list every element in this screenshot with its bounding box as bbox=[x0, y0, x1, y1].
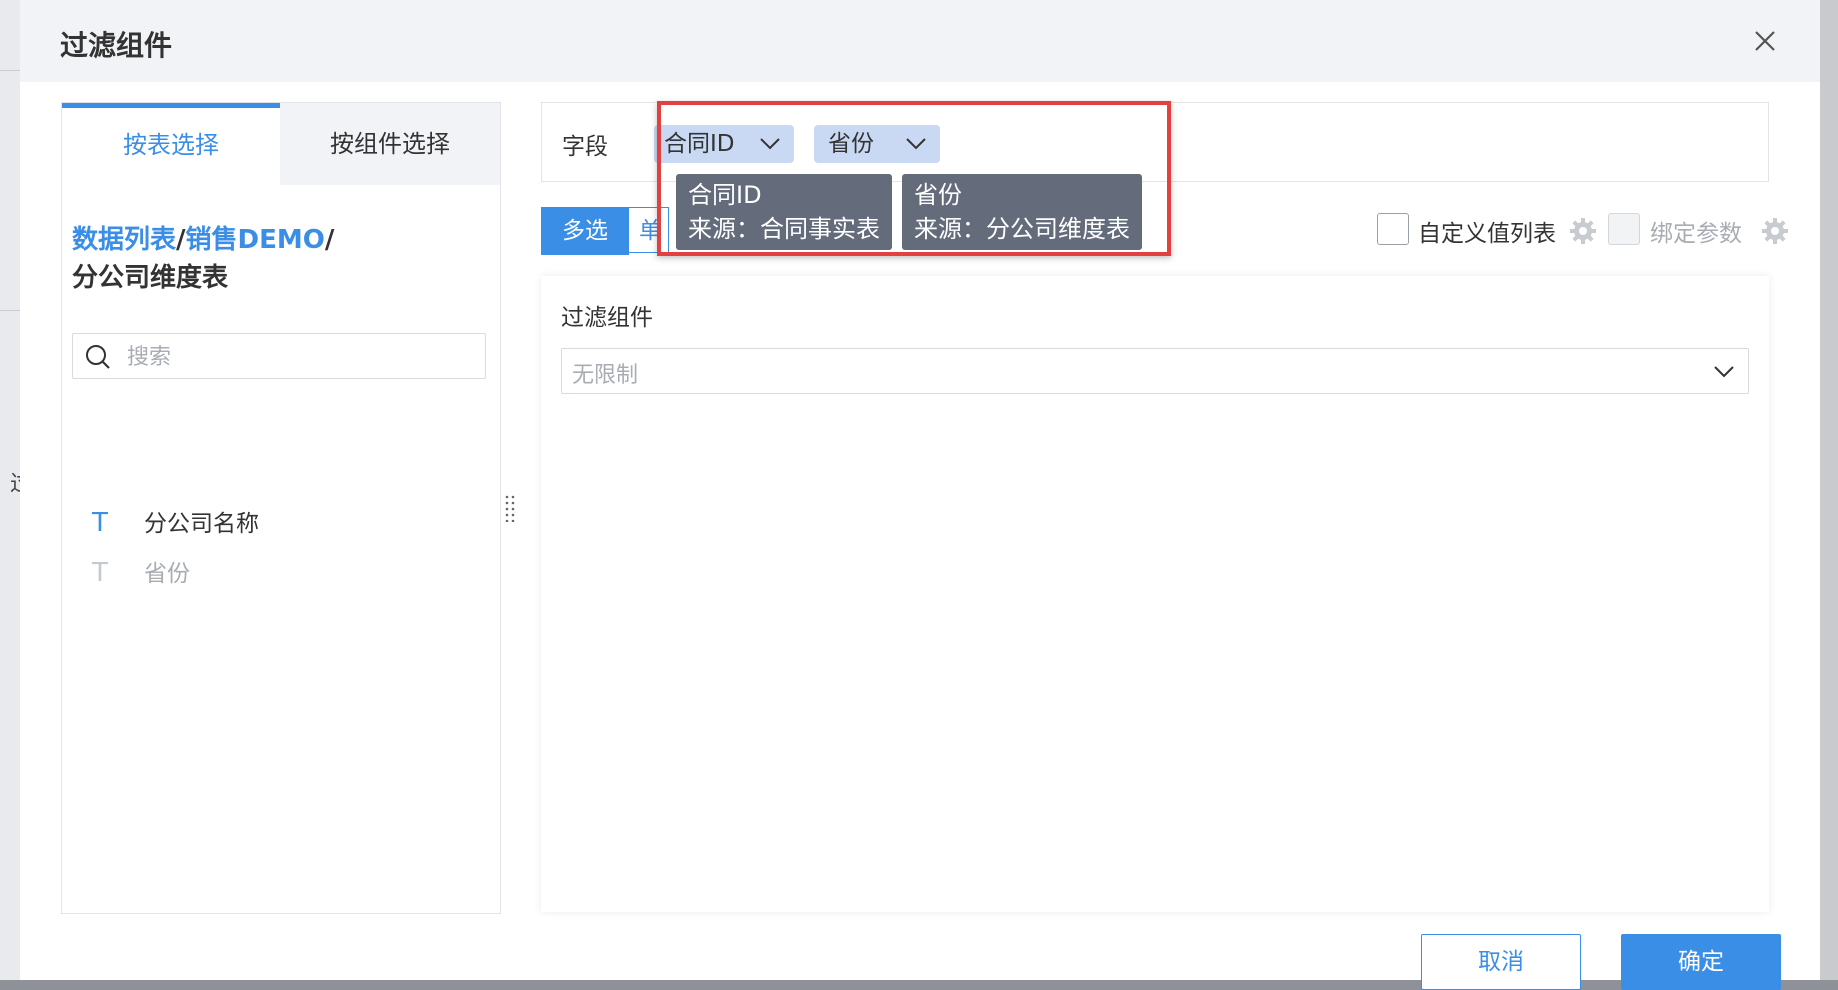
custom-value-list-checkbox[interactable] bbox=[1377, 213, 1409, 245]
tab-by-table[interactable]: 按表选择 bbox=[62, 103, 280, 185]
search-box bbox=[72, 333, 486, 379]
breadcrumb: 数据列表/销售DEMO/ 分公司维度表 bbox=[72, 221, 492, 297]
breadcrumb-separator: / bbox=[324, 225, 335, 255]
tooltip-field-name: 省份 bbox=[914, 181, 962, 209]
tooltip-field-source: 来源：合同事实表 bbox=[688, 215, 880, 243]
field-tag-province[interactable]: 省份 bbox=[814, 125, 940, 163]
tooltip-field-source: 来源：分公司维度表 bbox=[914, 215, 1130, 243]
cancel-button[interactable]: 取消 bbox=[1421, 934, 1581, 990]
drag-handle-icon[interactable] bbox=[504, 494, 516, 522]
breadcrumb-link-sales-demo[interactable]: 销售DEMO bbox=[186, 225, 325, 255]
close-icon[interactable] bbox=[1750, 26, 1780, 56]
background-divider bbox=[0, 70, 20, 71]
fields-label: 字段 bbox=[562, 134, 608, 160]
filter-dialog: 过滤组件 按表选择 按组件选择 数据列表/销售DEMO/ 分公司维度表 T分公司… bbox=[20, 0, 1820, 990]
text-type-icon: T bbox=[92, 508, 108, 538]
background-page: 过 bbox=[0, 0, 32, 980]
field-tag-contract-id[interactable]: 合同ID bbox=[654, 125, 794, 163]
dialog-header: 过滤组件 bbox=[20, 0, 1820, 82]
dialog-title: 过滤组件 bbox=[60, 29, 173, 62]
field-source-panel: 按表选择 按组件选择 数据列表/销售DEMO/ 分公司维度表 T分公司名称 T省… bbox=[61, 102, 501, 914]
chevron-down-icon bbox=[906, 138, 926, 150]
tooltip-field-name: 合同ID bbox=[688, 181, 762, 209]
background-divider bbox=[0, 310, 20, 311]
tab-by-component[interactable]: 按组件选择 bbox=[280, 103, 500, 185]
list-item-field-disabled: T 省份 bbox=[86, 551, 190, 595]
filter-config-panel: 过滤组件 无限制 bbox=[541, 276, 1769, 912]
bind-params-label: 绑定参数 bbox=[1650, 221, 1742, 247]
selected-fields-row: 字段 合同ID 省份 bbox=[541, 102, 1769, 182]
gear-icon[interactable] bbox=[1568, 216, 1598, 246]
search-icon bbox=[86, 345, 110, 369]
text-type-icon: T bbox=[92, 558, 108, 588]
chevron-down-icon bbox=[760, 138, 780, 150]
background-scrollbar-area bbox=[1820, 0, 1838, 980]
list-item-field[interactable]: T 分公司名称 bbox=[86, 501, 259, 545]
breadcrumb-separator: / bbox=[176, 225, 186, 255]
chevron-down-icon bbox=[1714, 366, 1734, 378]
select-value: 无限制 bbox=[572, 363, 639, 388]
config-title: 过滤组件 bbox=[561, 305, 653, 331]
breadcrumb-link-data-list[interactable]: 数据列表 bbox=[72, 225, 176, 255]
search-input[interactable] bbox=[125, 338, 479, 376]
confirm-button[interactable]: 确定 bbox=[1621, 934, 1781, 990]
tooltip-province: 省份 来源：分公司维度表 bbox=[902, 174, 1142, 250]
bind-params-checkbox bbox=[1608, 213, 1640, 245]
filter-type-select[interactable]: 无限制 bbox=[561, 348, 1749, 394]
custom-value-list-label: 自定义值列表 bbox=[1418, 221, 1556, 247]
breadcrumb-current: 分公司维度表 bbox=[72, 263, 229, 293]
field-label: 省份 bbox=[144, 561, 190, 587]
source-tabs: 按表选择 按组件选择 bbox=[62, 103, 500, 185]
tooltip-contract-id: 合同ID 来源：合同事实表 bbox=[676, 174, 892, 250]
tag-label: 合同ID bbox=[664, 131, 735, 157]
gear-icon[interactable] bbox=[1760, 216, 1790, 246]
tag-label: 省份 bbox=[828, 131, 874, 157]
multi-select-button[interactable]: 多选 bbox=[541, 207, 629, 255]
single-select-button[interactable]: 单 bbox=[629, 207, 669, 253]
field-label: 分公司名称 bbox=[144, 511, 259, 537]
